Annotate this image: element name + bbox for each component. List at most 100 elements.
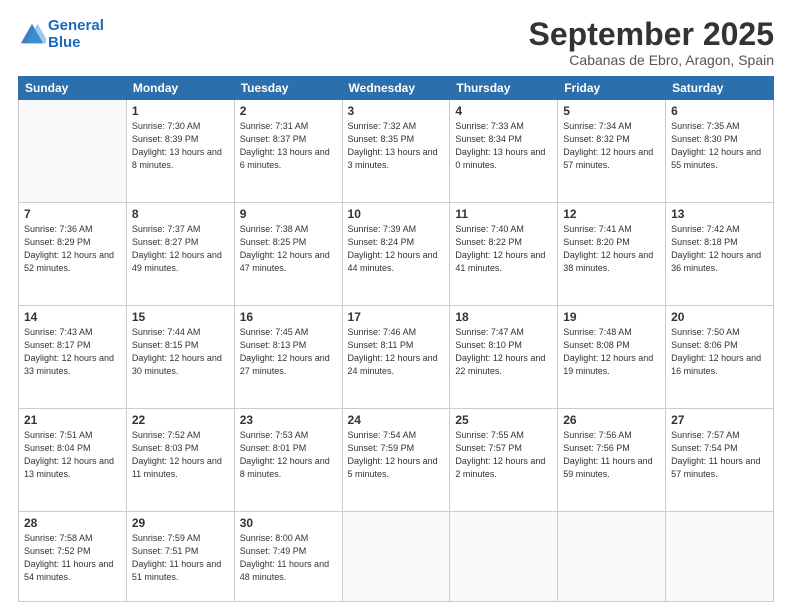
day-info: Sunrise: 7:58 AMSunset: 7:52 PMDaylight:… bbox=[24, 532, 121, 584]
day-number: 6 bbox=[671, 104, 768, 118]
day-info: Sunrise: 7:57 AMSunset: 7:54 PMDaylight:… bbox=[671, 429, 768, 481]
day-number: 18 bbox=[455, 310, 552, 324]
day-info: Sunrise: 8:00 AMSunset: 7:49 PMDaylight:… bbox=[240, 532, 337, 584]
logo-icon bbox=[18, 21, 46, 49]
col-thursday: Thursday bbox=[450, 77, 558, 100]
day-number: 12 bbox=[563, 207, 660, 221]
day-number: 27 bbox=[671, 413, 768, 427]
logo-text: General Blue bbox=[48, 18, 104, 51]
day-number: 24 bbox=[348, 413, 445, 427]
day-number: 26 bbox=[563, 413, 660, 427]
day-info: Sunrise: 7:52 AMSunset: 8:03 PMDaylight:… bbox=[132, 429, 229, 481]
table-cell: 19 Sunrise: 7:48 AMSunset: 8:08 PMDaylig… bbox=[558, 305, 666, 408]
day-number: 23 bbox=[240, 413, 337, 427]
page: General Blue September 2025 Cabanas de E… bbox=[0, 0, 792, 612]
day-number: 11 bbox=[455, 207, 552, 221]
day-info: Sunrise: 7:45 AMSunset: 8:13 PMDaylight:… bbox=[240, 326, 337, 378]
table-cell: 25 Sunrise: 7:55 AMSunset: 7:57 PMDaylig… bbox=[450, 408, 558, 511]
table-cell: 24 Sunrise: 7:54 AMSunset: 7:59 PMDaylig… bbox=[342, 408, 450, 511]
day-info: Sunrise: 7:54 AMSunset: 7:59 PMDaylight:… bbox=[348, 429, 445, 481]
table-cell bbox=[450, 511, 558, 601]
day-info: Sunrise: 7:55 AMSunset: 7:57 PMDaylight:… bbox=[455, 429, 552, 481]
day-number: 16 bbox=[240, 310, 337, 324]
table-cell: 17 Sunrise: 7:46 AMSunset: 8:11 PMDaylig… bbox=[342, 305, 450, 408]
day-number: 17 bbox=[348, 310, 445, 324]
day-number: 5 bbox=[563, 104, 660, 118]
day-info: Sunrise: 7:46 AMSunset: 8:11 PMDaylight:… bbox=[348, 326, 445, 378]
day-number: 3 bbox=[348, 104, 445, 118]
table-cell: 16 Sunrise: 7:45 AMSunset: 8:13 PMDaylig… bbox=[234, 305, 342, 408]
day-number: 8 bbox=[132, 207, 229, 221]
day-info: Sunrise: 7:44 AMSunset: 8:15 PMDaylight:… bbox=[132, 326, 229, 378]
day-number: 20 bbox=[671, 310, 768, 324]
day-info: Sunrise: 7:37 AMSunset: 8:27 PMDaylight:… bbox=[132, 223, 229, 275]
table-cell: 21 Sunrise: 7:51 AMSunset: 8:04 PMDaylig… bbox=[19, 408, 127, 511]
day-number: 22 bbox=[132, 413, 229, 427]
calendar-body: 1 Sunrise: 7:30 AMSunset: 8:39 PMDayligh… bbox=[19, 100, 774, 602]
table-cell: 2 Sunrise: 7:31 AMSunset: 8:37 PMDayligh… bbox=[234, 100, 342, 203]
table-cell: 26 Sunrise: 7:56 AMSunset: 7:56 PMDaylig… bbox=[558, 408, 666, 511]
table-cell bbox=[342, 511, 450, 601]
day-info: Sunrise: 7:50 AMSunset: 8:06 PMDaylight:… bbox=[671, 326, 768, 378]
table-cell bbox=[666, 511, 774, 601]
day-info: Sunrise: 7:56 AMSunset: 7:56 PMDaylight:… bbox=[563, 429, 660, 481]
calendar-table: Sunday Monday Tuesday Wednesday Thursday… bbox=[18, 76, 774, 602]
table-cell: 20 Sunrise: 7:50 AMSunset: 8:06 PMDaylig… bbox=[666, 305, 774, 408]
table-cell: 4 Sunrise: 7:33 AMSunset: 8:34 PMDayligh… bbox=[450, 100, 558, 203]
day-number: 10 bbox=[348, 207, 445, 221]
table-cell bbox=[558, 511, 666, 601]
location: Cabanas de Ebro, Aragon, Spain bbox=[529, 52, 774, 68]
day-info: Sunrise: 7:42 AMSunset: 8:18 PMDaylight:… bbox=[671, 223, 768, 275]
col-wednesday: Wednesday bbox=[342, 77, 450, 100]
day-info: Sunrise: 7:35 AMSunset: 8:30 PMDaylight:… bbox=[671, 120, 768, 172]
table-cell: 10 Sunrise: 7:39 AMSunset: 8:24 PMDaylig… bbox=[342, 202, 450, 305]
day-info: Sunrise: 7:59 AMSunset: 7:51 PMDaylight:… bbox=[132, 532, 229, 584]
day-number: 13 bbox=[671, 207, 768, 221]
table-cell: 3 Sunrise: 7:32 AMSunset: 8:35 PMDayligh… bbox=[342, 100, 450, 203]
table-cell: 27 Sunrise: 7:57 AMSunset: 7:54 PMDaylig… bbox=[666, 408, 774, 511]
day-info: Sunrise: 7:53 AMSunset: 8:01 PMDaylight:… bbox=[240, 429, 337, 481]
table-cell: 7 Sunrise: 7:36 AMSunset: 8:29 PMDayligh… bbox=[19, 202, 127, 305]
col-friday: Friday bbox=[558, 77, 666, 100]
table-cell: 13 Sunrise: 7:42 AMSunset: 8:18 PMDaylig… bbox=[666, 202, 774, 305]
day-info: Sunrise: 7:39 AMSunset: 8:24 PMDaylight:… bbox=[348, 223, 445, 275]
header: General Blue September 2025 Cabanas de E… bbox=[18, 18, 774, 68]
day-number: 29 bbox=[132, 516, 229, 530]
table-cell: 30 Sunrise: 8:00 AMSunset: 7:49 PMDaylig… bbox=[234, 511, 342, 601]
table-cell: 1 Sunrise: 7:30 AMSunset: 8:39 PMDayligh… bbox=[126, 100, 234, 203]
col-sunday: Sunday bbox=[19, 77, 127, 100]
table-cell bbox=[19, 100, 127, 203]
day-info: Sunrise: 7:40 AMSunset: 8:22 PMDaylight:… bbox=[455, 223, 552, 275]
table-cell: 29 Sunrise: 7:59 AMSunset: 7:51 PMDaylig… bbox=[126, 511, 234, 601]
day-number: 7 bbox=[24, 207, 121, 221]
col-saturday: Saturday bbox=[666, 77, 774, 100]
calendar-header: Sunday Monday Tuesday Wednesday Thursday… bbox=[19, 77, 774, 100]
title-block: September 2025 Cabanas de Ebro, Aragon, … bbox=[529, 18, 774, 68]
day-number: 15 bbox=[132, 310, 229, 324]
day-info: Sunrise: 7:41 AMSunset: 8:20 PMDaylight:… bbox=[563, 223, 660, 275]
day-info: Sunrise: 7:43 AMSunset: 8:17 PMDaylight:… bbox=[24, 326, 121, 378]
table-cell: 22 Sunrise: 7:52 AMSunset: 8:03 PMDaylig… bbox=[126, 408, 234, 511]
logo: General Blue bbox=[18, 18, 104, 51]
table-cell: 23 Sunrise: 7:53 AMSunset: 8:01 PMDaylig… bbox=[234, 408, 342, 511]
day-number: 28 bbox=[24, 516, 121, 530]
day-info: Sunrise: 7:34 AMSunset: 8:32 PMDaylight:… bbox=[563, 120, 660, 172]
day-info: Sunrise: 7:30 AMSunset: 8:39 PMDaylight:… bbox=[132, 120, 229, 172]
day-info: Sunrise: 7:31 AMSunset: 8:37 PMDaylight:… bbox=[240, 120, 337, 172]
day-info: Sunrise: 7:51 AMSunset: 8:04 PMDaylight:… bbox=[24, 429, 121, 481]
day-number: 21 bbox=[24, 413, 121, 427]
col-tuesday: Tuesday bbox=[234, 77, 342, 100]
day-info: Sunrise: 7:36 AMSunset: 8:29 PMDaylight:… bbox=[24, 223, 121, 275]
day-info: Sunrise: 7:47 AMSunset: 8:10 PMDaylight:… bbox=[455, 326, 552, 378]
day-info: Sunrise: 7:32 AMSunset: 8:35 PMDaylight:… bbox=[348, 120, 445, 172]
day-info: Sunrise: 7:48 AMSunset: 8:08 PMDaylight:… bbox=[563, 326, 660, 378]
day-number: 1 bbox=[132, 104, 229, 118]
table-cell: 15 Sunrise: 7:44 AMSunset: 8:15 PMDaylig… bbox=[126, 305, 234, 408]
day-number: 4 bbox=[455, 104, 552, 118]
table-cell: 12 Sunrise: 7:41 AMSunset: 8:20 PMDaylig… bbox=[558, 202, 666, 305]
table-cell: 8 Sunrise: 7:37 AMSunset: 8:27 PMDayligh… bbox=[126, 202, 234, 305]
day-number: 25 bbox=[455, 413, 552, 427]
table-cell: 9 Sunrise: 7:38 AMSunset: 8:25 PMDayligh… bbox=[234, 202, 342, 305]
table-cell: 6 Sunrise: 7:35 AMSunset: 8:30 PMDayligh… bbox=[666, 100, 774, 203]
col-monday: Monday bbox=[126, 77, 234, 100]
